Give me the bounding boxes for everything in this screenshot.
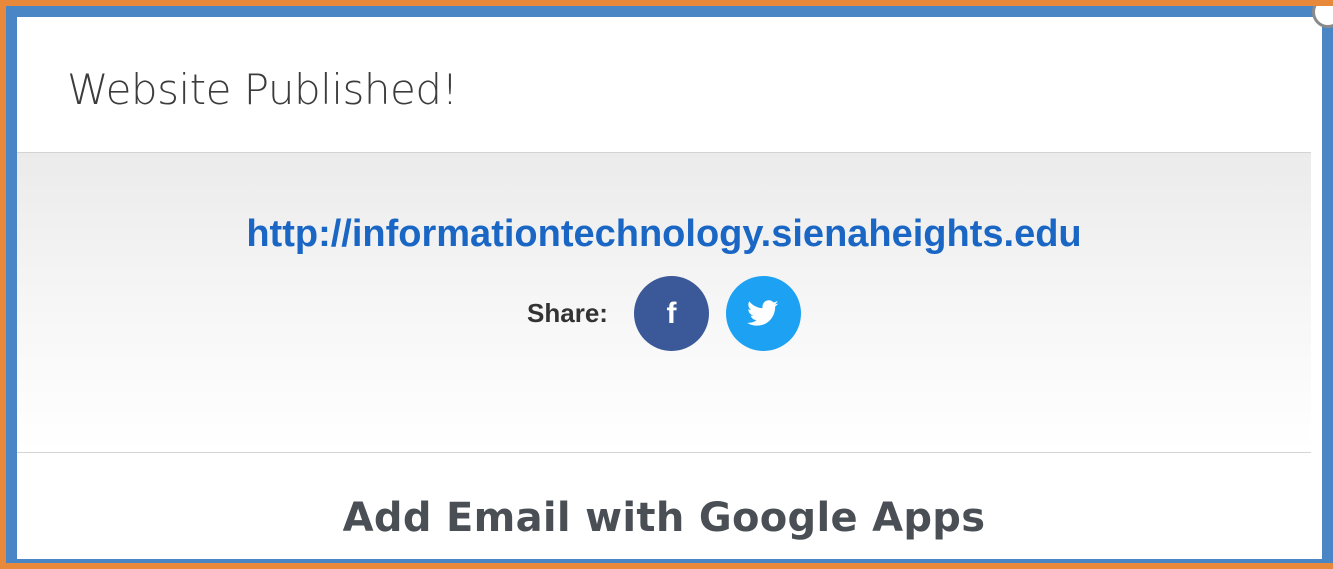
- dialog-body: http://informationtechnology.sienaheight…: [17, 153, 1311, 453]
- publish-dialog: Website Published! http://informationtec…: [17, 17, 1311, 558]
- share-label: Share:: [527, 298, 608, 328]
- google-apps-heading: Add Email with Google Apps: [342, 495, 986, 541]
- close-icon: [1312, 6, 1333, 28]
- dialog-header: Website Published!: [17, 17, 1311, 153]
- facebook-icon: f: [666, 296, 677, 330]
- twitter-share-button[interactable]: [725, 276, 801, 351]
- facebook-share-button[interactable]: f: [633, 276, 709, 351]
- close-button[interactable]: [1309, 6, 1333, 28]
- published-url-link[interactable]: http://informationtechnology.sienaheight…: [17, 213, 1311, 256]
- dialog-title: Website Published!: [67, 65, 458, 114]
- share-row: Share: f: [17, 276, 1311, 351]
- twitter-icon: [747, 300, 779, 326]
